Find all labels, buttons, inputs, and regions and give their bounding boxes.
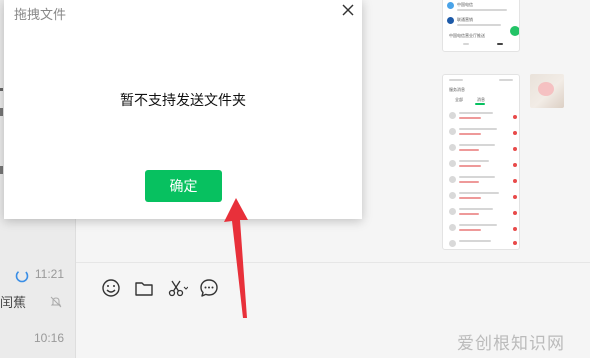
- ok-button[interactable]: 确定: [145, 170, 222, 202]
- emoji-icon[interactable]: [100, 277, 122, 299]
- conversation-time: 10:16: [33, 331, 64, 345]
- watermark-text: 爱创根知识网: [457, 334, 565, 354]
- thumb-title: 服务消息: [449, 87, 465, 92]
- conversation-item[interactable]: 11:21 闰蕉: [0, 262, 76, 318]
- thumb-item-text: 联通营销: [457, 17, 473, 22]
- conversation-time: 11:21: [34, 267, 64, 281]
- image-thumbnail-photo[interactable]: [530, 74, 564, 108]
- thumb-item-text: 中国电信: [457, 2, 473, 7]
- thumb-item-text: 中国电信营业厅推送: [449, 33, 485, 38]
- loading-icon: [14, 268, 30, 288]
- chat-history-icon[interactable]: [198, 277, 220, 299]
- image-thumbnail[interactable]: 服务消息 全部 消息: [442, 74, 520, 250]
- drag-file-dialog: 拖拽文件 暂不支持发送文件夹 确定: [4, 0, 362, 219]
- conversation-snippet: 闰蕉: [0, 296, 27, 311]
- image-thumbnail[interactable]: 中国电信 联通营销 中国电信营业厅推送: [442, 0, 520, 52]
- scissors-icon[interactable]: [166, 277, 189, 299]
- dialog-message: 暂不支持发送文件夹: [120, 93, 246, 109]
- dialog-title: 拖拽文件: [14, 8, 67, 23]
- thumb-tab: 全部: [455, 97, 463, 102]
- mute-icon: [50, 293, 62, 312]
- folder-icon[interactable]: [133, 277, 155, 299]
- conversation-item[interactable]: 10:16: [0, 320, 76, 358]
- close-icon[interactable]: [340, 2, 356, 18]
